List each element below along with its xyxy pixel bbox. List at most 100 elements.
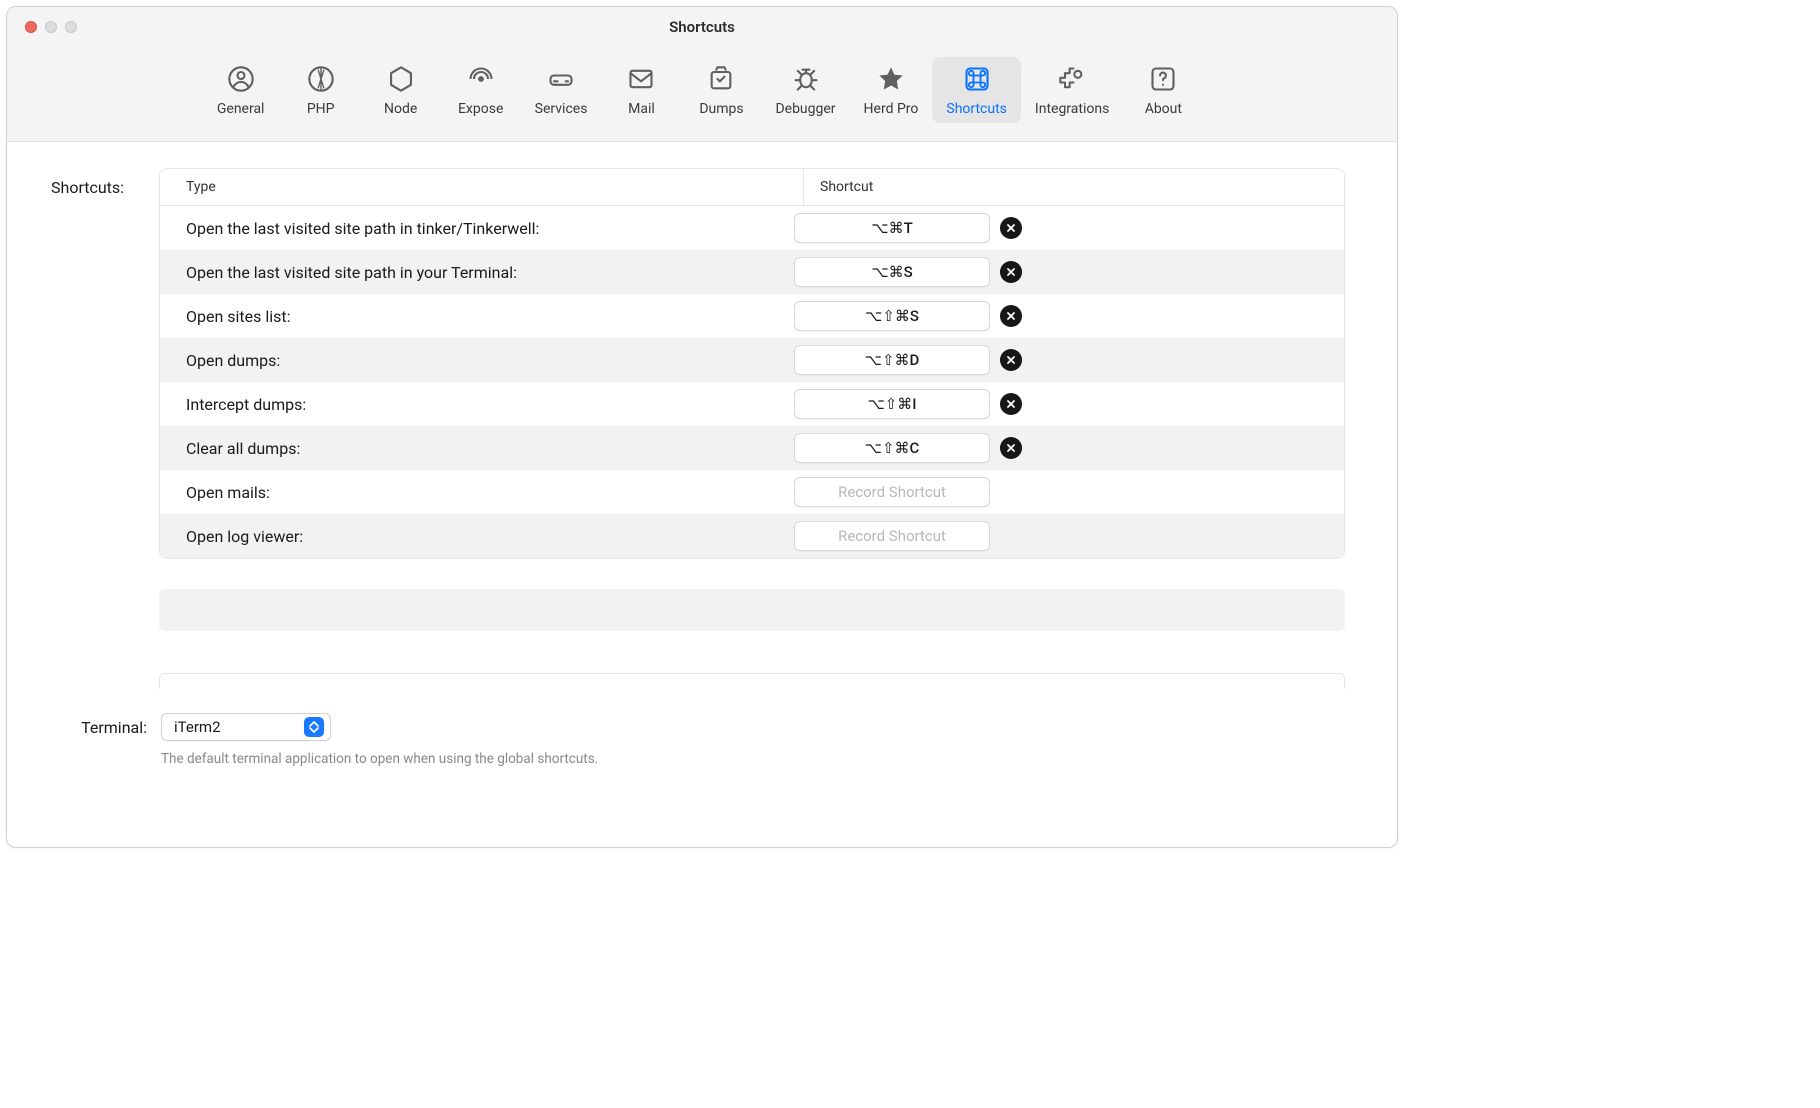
shortcut-cell: Record Shortcut [790,477,1330,507]
table-row: Open mails: Record Shortcut [160,470,1344,514]
shortcut-description: Open the last visited site path in tinke… [174,219,790,238]
tab-label: Herd Pro [864,101,919,117]
shortcut-cell: ⌥⌘T [790,213,1330,243]
tab-php[interactable]: PHP [281,57,361,123]
shortcuts-section-label: Shortcuts: [51,168,159,197]
shortcut-recorder[interactable]: ⌥⇧⌘S [794,301,990,331]
close-icon [1006,223,1016,233]
tab-about[interactable]: About [1123,57,1203,123]
about-icon [1149,65,1177,93]
tab-general[interactable]: General [201,57,281,123]
table-row: Open the last visited site path in tinke… [160,206,1344,250]
shortcut-recorder[interactable]: Record Shortcut [794,477,990,507]
tab-herdpro[interactable]: Herd Pro [850,57,933,123]
shortcut-recorder[interactable]: ⌥⌘S [794,257,990,287]
close-icon [1006,399,1016,409]
dumps-icon [707,65,735,93]
tab-label: Node [384,101,417,117]
clear-shortcut-button[interactable] [1000,393,1022,415]
zoom-window-button[interactable] [65,21,77,33]
close-icon [1006,311,1016,321]
tab-label: General [217,101,265,117]
integrations-icon [1058,65,1086,93]
table-row: Open dumps: ⌥⇧⌘D [160,338,1344,382]
minimize-window-button[interactable] [45,21,57,33]
preferences-window: Shortcuts General PHP Node Expose Servic… [6,6,1398,848]
clear-shortcut-button[interactable] [1000,305,1022,327]
tab-expose[interactable]: Expose [441,57,521,123]
preferences-tabs: General PHP Node Expose Services Mail Du… [7,47,1397,142]
services-icon [547,65,575,93]
shortcut-cell: ⌥⌘S [790,257,1330,287]
clear-shortcut-button[interactable] [1000,437,1022,459]
tab-label: PHP [307,101,335,117]
shortcut-cell: ⌥⇧⌘C [790,433,1330,463]
debugger-icon [792,65,820,93]
shortcut-recorder[interactable]: ⌥⇧⌘C [794,433,990,463]
titlebar: Shortcuts [7,7,1397,47]
tab-node[interactable]: Node [361,57,441,123]
shortcut-description: Clear all dumps: [174,439,790,458]
close-icon [1006,443,1016,453]
herdpro-icon [877,65,905,93]
shortcut-cell: ⌥⇧⌘I [790,389,1330,419]
shortcut-description: Open the last visited site path in your … [174,263,790,282]
window-controls [7,21,77,33]
table-header-row: Type Shortcut [160,169,1344,206]
clear-shortcut-button[interactable] [1000,217,1022,239]
table-row [159,589,1345,631]
node-icon [387,65,415,93]
tab-label: Expose [458,101,503,117]
window-title: Shortcuts [7,18,1397,36]
shortcut-description: Intercept dumps: [174,395,790,414]
tab-label: Integrations [1035,101,1109,117]
shortcut-description: Open sites list: [174,307,790,326]
shortcut-recorder[interactable]: ⌥⌘T [794,213,990,243]
expose-icon [467,65,495,93]
terminal-label: Terminal: [51,718,147,737]
tab-debugger[interactable]: Debugger [761,57,849,123]
column-header-shortcut[interactable]: Shortcut [804,169,1344,205]
shortcuts-icon [963,65,991,93]
php-icon [307,65,335,93]
shortcut-cell: ⌥⇧⌘S [790,301,1330,331]
shortcut-recorder[interactable]: Record Shortcut [794,521,990,551]
shortcut-recorder[interactable]: ⌥⇧⌘D [794,345,990,375]
shortcuts-table: Type Shortcut Open the last visited site… [159,168,1345,559]
general-icon [227,65,255,93]
clear-shortcut-button[interactable] [1000,261,1022,283]
table-row: Intercept dumps: ⌥⇧⌘I [160,382,1344,426]
tab-integrations[interactable]: Integrations [1021,57,1123,123]
shortcut-description: Open log viewer: [174,527,790,546]
content: Shortcuts: Type Shortcut Open the last v… [7,142,1397,787]
table-body: Open the last visited site path in tinke… [160,206,1344,558]
tab-label: Services [535,101,588,117]
tab-label: Debugger [775,101,835,117]
close-window-button[interactable] [25,21,37,33]
tab-label: Dumps [699,101,743,117]
tab-label: Mail [628,101,655,117]
tab-services[interactable]: Services [521,57,602,123]
shortcut-recorder[interactable]: ⌥⇧⌘I [794,389,990,419]
tab-mail[interactable]: Mail [601,57,681,123]
tab-label: Shortcuts [946,101,1007,117]
terminal-select-value: iTerm2 [174,718,294,736]
terminal-hint: The default terminal application to open… [161,751,1353,767]
table-row: Open log viewer: Record Shortcut [160,514,1344,558]
mail-icon [627,65,655,93]
clear-shortcut-button[interactable] [1000,349,1022,371]
terminal-select[interactable]: iTerm2 [161,713,331,741]
table-row: Open sites list: ⌥⇧⌘S [160,294,1344,338]
shortcut-cell: Record Shortcut [790,521,1330,551]
close-icon [1006,267,1016,277]
tab-shortcuts[interactable]: Shortcuts [932,57,1021,123]
table-row: Clear all dumps: ⌥⇧⌘C [160,426,1344,470]
terminal-setting-row: Terminal: iTerm2 [51,713,1353,741]
tab-dumps[interactable]: Dumps [681,57,761,123]
select-chevron-icon [304,717,324,737]
tab-label: About [1145,101,1182,117]
close-icon [1006,355,1016,365]
table-row [159,673,1345,689]
column-header-type[interactable]: Type [160,169,804,205]
shortcut-description: Open dumps: [174,351,790,370]
